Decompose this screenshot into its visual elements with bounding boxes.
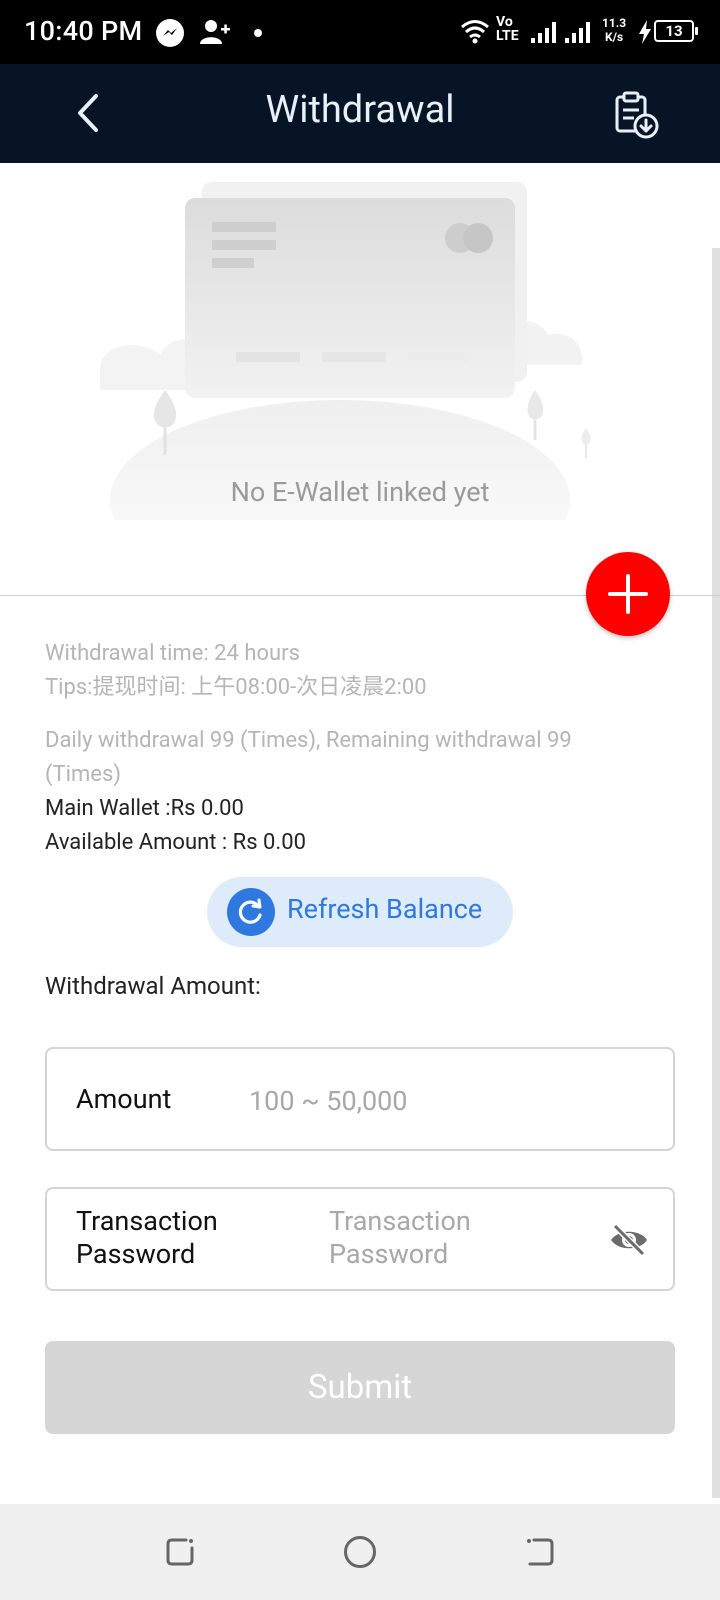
empty-wallet-illustration (100, 182, 591, 520)
clipboard-download-icon (615, 91, 659, 139)
app-header: Withdrawal (0, 64, 720, 163)
password-placeholder-line2: Password (329, 1238, 449, 1270)
person-add-icon (200, 18, 230, 50)
refresh-icon (227, 888, 275, 936)
back-icon[interactable] (524, 1536, 556, 1572)
refresh-balance-label: Refresh Balance (287, 893, 483, 925)
network-top-label: Vo (496, 14, 513, 30)
eye-off-icon[interactable] (609, 1220, 649, 1260)
signal-icon (530, 20, 558, 48)
transaction-password-label: Transaction Password (76, 1205, 218, 1271)
amount-input[interactable] (249, 1083, 649, 1119)
battery-icon: 13 (654, 20, 698, 42)
home-icon[interactable] (344, 1536, 376, 1568)
password-label-line2: Password (76, 1238, 196, 1270)
tips-text: Tips:提现时间: 上午08:00-次日凌晨2:00 (45, 675, 427, 700)
main-wallet-balance: Main Wallet :Rs 0.00 (45, 796, 244, 821)
daily-limit-text: Daily withdrawal 99 (Times), Remaining w… (45, 728, 572, 753)
speed-unit: K/s (604, 30, 624, 44)
withdrawal-amount-label: Withdrawal Amount: (45, 972, 261, 1000)
withdrawal-time-text: Withdrawal time: 24 hours (45, 641, 300, 666)
status-time: 10:40 PM (24, 15, 143, 47)
refresh-balance-button[interactable]: Refresh Balance (207, 877, 513, 947)
network-speed: 11.3 K/s (602, 16, 626, 44)
transaction-password-input[interactable]: Transaction Password (329, 1205, 471, 1271)
network-bottom-label: LTE (496, 28, 519, 44)
submit-button[interactable]: Submit (45, 1341, 675, 1434)
scrollbar[interactable] (712, 248, 720, 1498)
system-nav-bar (0, 1504, 720, 1600)
messenger-icon (156, 19, 184, 47)
withdrawal-records-button[interactable] (610, 88, 662, 140)
amount-label: Amount (76, 1083, 172, 1115)
charging-bolt-icon (638, 20, 652, 48)
empty-wallet-message: No E-Wallet linked yet (230, 476, 490, 508)
recents-icon[interactable] (164, 1536, 196, 1572)
status-bar: 10:40 PM Vo LTE 11.3 K/s 13 (0, 0, 720, 64)
amount-field: Amount (45, 1047, 675, 1151)
add-wallet-button[interactable] (586, 552, 670, 636)
volte-icon: Vo LTE (496, 15, 519, 43)
speed-value: 11.3 (602, 16, 627, 30)
wifi-icon (460, 18, 490, 48)
signal-icon-2 (564, 20, 592, 48)
password-label-line1: Transaction (76, 1205, 218, 1237)
daily-limit-text-cont: (Times) (45, 762, 121, 787)
transaction-password-field: Transaction Password Transaction Passwor… (45, 1187, 675, 1291)
available-amount: Available Amount : Rs 0.00 (45, 830, 306, 855)
notification-dot-icon (254, 29, 262, 37)
password-placeholder-line1: Transaction (329, 1205, 471, 1237)
